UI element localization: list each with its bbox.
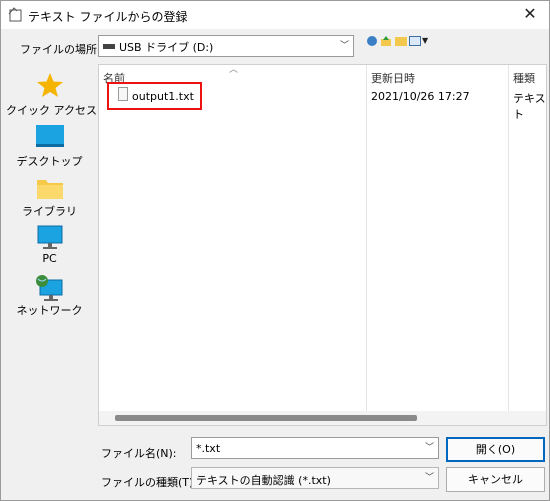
open-file-dialog: テキスト ファイルからの登録 ✕ ファイルの場所(I): USB ドライブ (D… — [0, 0, 550, 501]
annotation-highlight-box — [107, 82, 202, 110]
view-menu-icon[interactable] — [409, 36, 421, 46]
place-pc[interactable]: PC — [6, 224, 93, 265]
chevron-down-icon[interactable]: ﹀ — [425, 470, 434, 483]
place-label: デスクトップ — [16, 155, 83, 168]
file-list[interactable]: 名前 ︿ 更新日時 種類 output1.txt 2021/10/26 17:2… — [98, 64, 547, 426]
chevron-down-icon[interactable]: ﹀ — [425, 440, 434, 453]
place-label: ネットワーク — [16, 304, 83, 317]
network-icon — [35, 275, 62, 301]
app-icon — [8, 7, 22, 22]
place-label: ライブラリ — [22, 205, 77, 218]
place-label: PC — [42, 252, 57, 265]
new-folder-icon[interactable] — [395, 37, 407, 46]
monitor-icon — [37, 225, 62, 249]
chevron-down-icon[interactable]: ﹀ — [340, 38, 349, 51]
horizontal-scrollbar[interactable] — [99, 411, 546, 425]
folder-icon — [36, 180, 63, 199]
file-type: テキスト — [513, 92, 546, 121]
scrollbar-thumb[interactable] — [115, 415, 417, 421]
desktop-icon — [35, 125, 64, 147]
window-title: テキスト ファイルからの登録 — [28, 10, 188, 24]
filetype-select[interactable]: テキストの自動認識 (*.txt) ﹀ — [191, 467, 439, 489]
place-network[interactable]: ネットワーク — [6, 274, 93, 317]
view-dropdown-icon[interactable]: ▼ — [422, 36, 428, 50]
filename-label: ファイル名(N): — [101, 447, 177, 460]
close-button[interactable]: ✕ — [517, 2, 543, 26]
location-combo[interactable]: USB ドライブ (D:) ﹀ — [98, 35, 354, 57]
place-quick-access[interactable]: クイック アクセス — [6, 72, 97, 117]
filename-value: *.txt — [196, 442, 221, 455]
filetype-label: ファイルの種類(T): — [101, 476, 198, 489]
column-divider[interactable] — [508, 65, 509, 411]
up-folder-icon[interactable] — [381, 36, 391, 46]
filetype-value: テキストの自動認識 (*.txt) — [196, 474, 331, 487]
star-icon — [36, 73, 63, 97]
back-icon[interactable] — [367, 36, 377, 46]
title-bar: テキスト ファイルからの登録 ✕ — [1, 1, 549, 29]
place-label: クイック アクセス — [6, 104, 97, 117]
places-bar: クイック アクセス デスクトップ ライブラリ PC ネットワーク — [6, 64, 97, 415]
sort-ascending-icon: ︿ — [229, 65, 239, 75]
place-library[interactable]: ライブラリ — [6, 176, 93, 218]
place-desktop[interactable]: デスクトップ — [6, 124, 93, 168]
cancel-button[interactable]: キャンセル — [446, 467, 545, 492]
open-button[interactable]: 開く(O) — [446, 437, 545, 462]
column-header-modified[interactable]: 更新日時 — [371, 70, 415, 86]
usb-drive-icon — [103, 44, 115, 49]
location-value: USB ドライブ (D:) — [119, 41, 214, 54]
filename-input[interactable]: *.txt ﹀ — [191, 437, 439, 459]
column-divider[interactable] — [366, 65, 367, 411]
file-modified: 2021/10/26 17:27 — [371, 90, 470, 103]
column-header-type[interactable]: 種類 — [513, 70, 535, 86]
